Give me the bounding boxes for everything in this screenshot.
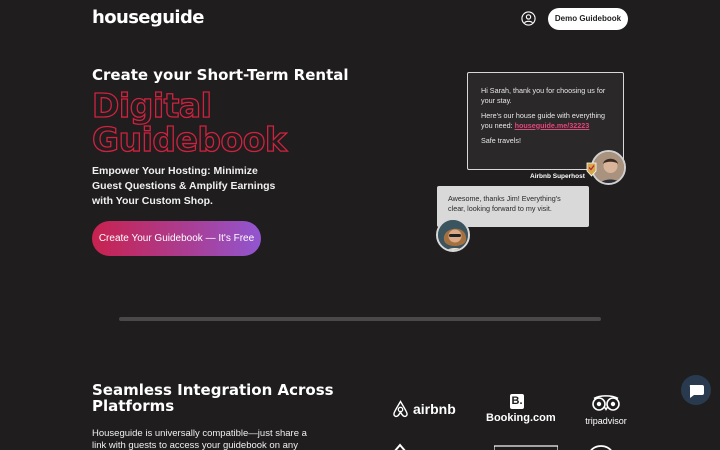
airbnb-wordmark: airbnb bbox=[413, 401, 456, 417]
demo-guidebook-button[interactable]: Demo Guidebook bbox=[548, 8, 628, 30]
section-divider bbox=[119, 317, 601, 321]
partner-logo-icon bbox=[590, 445, 612, 450]
tripadvisor-logo: tripadvisor bbox=[583, 395, 629, 426]
partner-logo-icon bbox=[494, 445, 558, 450]
tripadvisor-owl-icon bbox=[592, 395, 620, 411]
chat-widget-button[interactable] bbox=[681, 375, 711, 405]
host-label: Airbnb Superhost bbox=[530, 173, 585, 180]
houseguide-logo[interactable]: houseguide bbox=[92, 7, 204, 28]
guidebook-link[interactable]: houseguide.me/32223 bbox=[515, 121, 590, 130]
superhost-badge-icon bbox=[586, 162, 597, 177]
create-guidebook-button[interactable]: Create Your Guidebook — It's Free bbox=[92, 221, 261, 256]
hero-title: Digital Guidebook bbox=[91, 86, 287, 159]
booking-logo: B. Booking.com bbox=[486, 394, 556, 424]
hero-subtitle: Create your Short-Term Rental bbox=[92, 66, 349, 84]
chat-bubble-icon bbox=[689, 385, 704, 398]
hero-title-line1: Digital bbox=[91, 86, 212, 125]
airbnb-logo: airbnb bbox=[392, 400, 456, 418]
guest-reply: Awesome, thanks Jim! Everything's clear,… bbox=[448, 194, 561, 213]
airbnb-icon bbox=[393, 400, 408, 418]
integration-description: Houseguide is universally compatible—jus… bbox=[92, 428, 307, 450]
partner-logo-icon bbox=[394, 443, 406, 450]
guest-avatar bbox=[436, 218, 470, 252]
user-account-icon[interactable] bbox=[521, 11, 536, 26]
host-greeting: Hi Sarah, thank you for choosing us for … bbox=[481, 86, 606, 105]
host-intro-paragraph: Here's our house guide with everything y… bbox=[481, 111, 610, 130]
hero-description: Empower Your Hosting: Minimize Guest Que… bbox=[92, 165, 276, 207]
hero-title-line2: Guidebook bbox=[91, 120, 287, 159]
tripadvisor-wordmark: tripadvisor bbox=[585, 416, 627, 426]
integration-title: Seamless Integration Across Platforms bbox=[92, 381, 334, 415]
booking-wordmark: Booking.com bbox=[486, 412, 556, 424]
booking-icon: B. bbox=[510, 394, 524, 409]
host-signoff: Safe travels! bbox=[481, 136, 521, 145]
